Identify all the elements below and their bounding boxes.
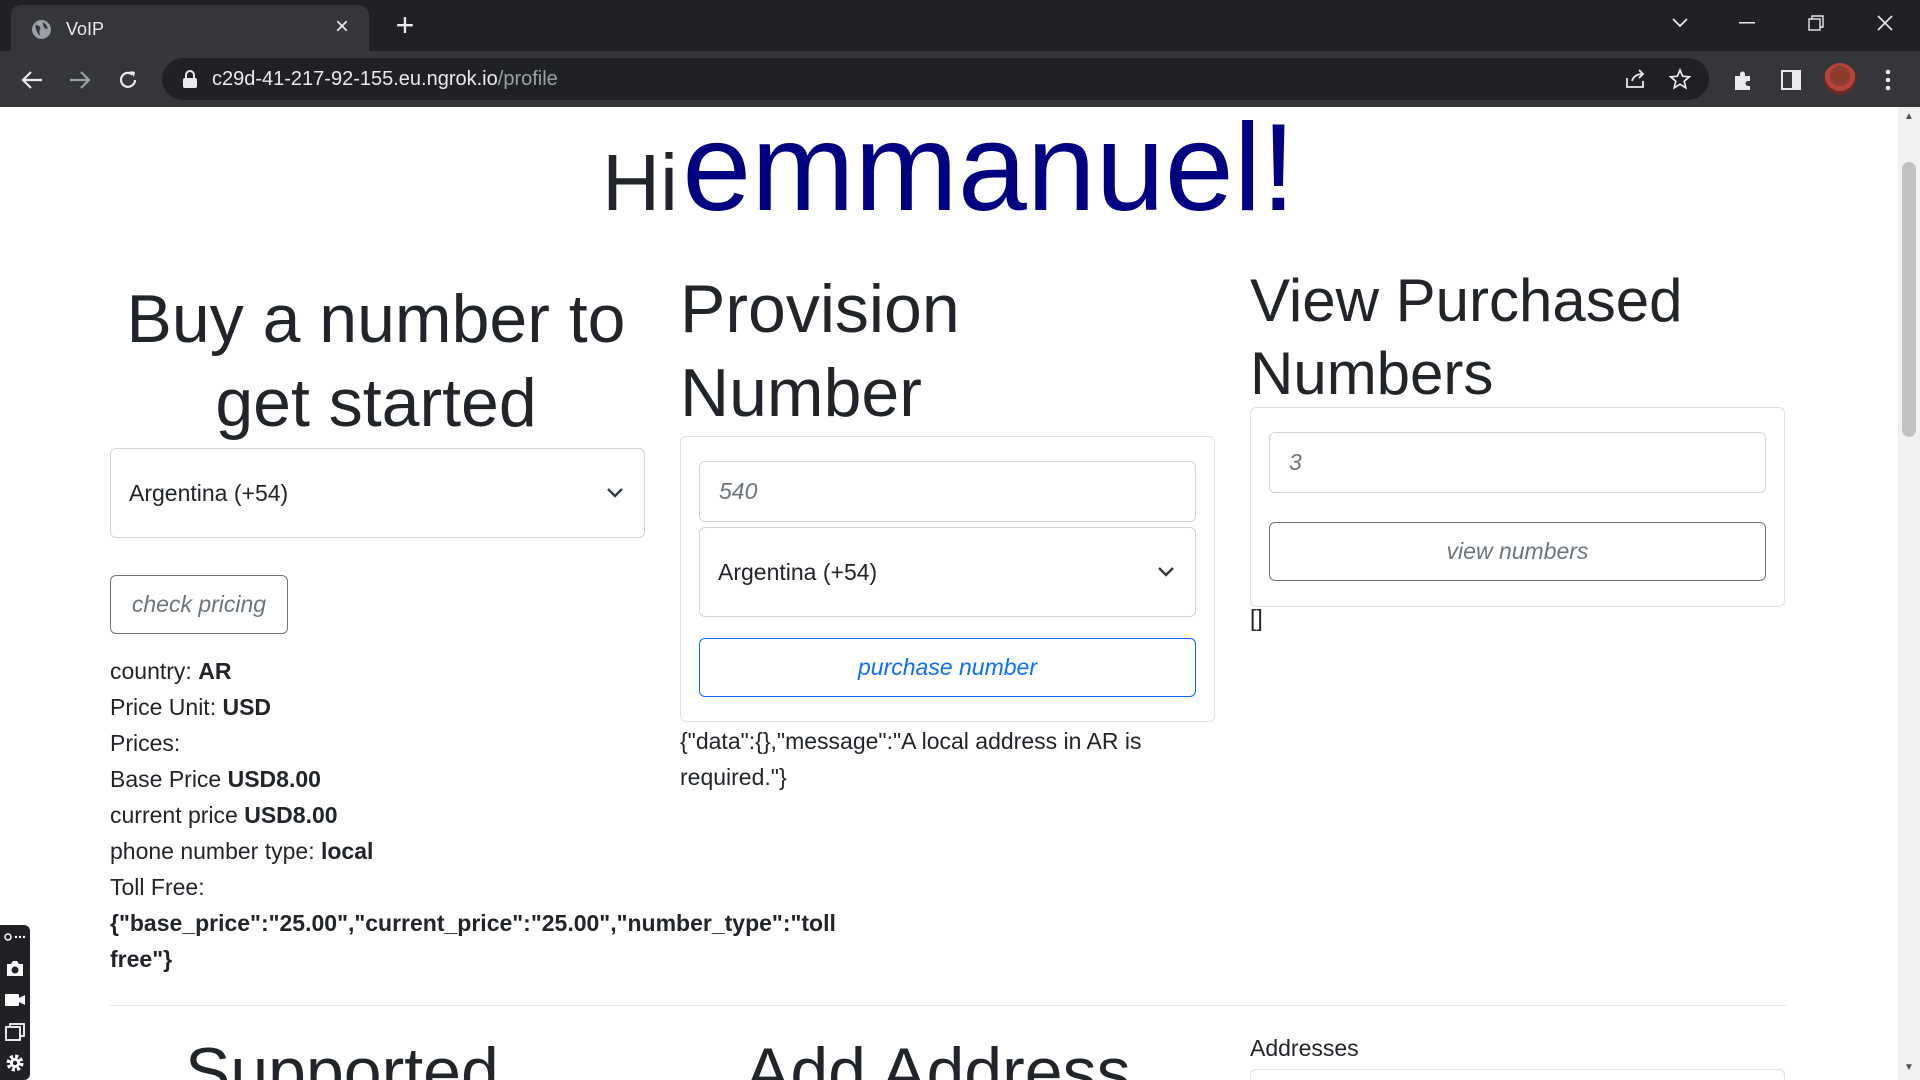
greeting-heading: Hi emmanuel!: [0, 107, 1898, 239]
toll-free-value: {"base_price":"25.00","current_price":"2…: [110, 910, 836, 972]
addresses-card: [1250, 1069, 1785, 1080]
page-scrollbar[interactable]: ▲ ▼: [1898, 107, 1920, 1080]
close-icon[interactable]: ×: [331, 15, 353, 39]
extensions-icon[interactable]: [1727, 64, 1759, 96]
buy-country-select[interactable]: Argentina (+54): [110, 448, 645, 538]
new-tab-icon[interactable]: +: [390, 9, 420, 41]
lock-icon: [183, 70, 197, 88]
purchase-number-button[interactable]: purchase number: [699, 638, 1196, 697]
settings-gear-icon[interactable]: [4, 1052, 26, 1074]
count-input[interactable]: 3: [1269, 432, 1766, 493]
provision-country-value: Argentina (+54): [718, 558, 878, 585]
back-icon[interactable]: [16, 64, 48, 96]
profile-avatar[interactable]: [1824, 63, 1856, 95]
scroll-down-icon[interactable]: ▼: [1903, 1062, 1915, 1074]
provision-response: {"data":{},"message":"A local address in…: [680, 728, 1142, 790]
area-code-input[interactable]: 540: [699, 461, 1196, 522]
greeting-prefix: Hi: [602, 138, 678, 227]
scroll-thumb[interactable]: [1902, 162, 1916, 437]
current-price-line: current price USD8.00: [110, 802, 338, 828]
toll-free-line: Toll Free:: [110, 874, 205, 900]
provision-country-select[interactable]: Argentina (+54): [699, 527, 1196, 617]
page-content: Hi emmanuel! Buy a number to get started…: [0, 107, 1898, 1080]
chevron-down-icon: [1158, 567, 1174, 577]
video-camera-icon[interactable]: [4, 989, 26, 1011]
reload-icon[interactable]: [112, 64, 144, 96]
menu-kebab-icon[interactable]: [1872, 64, 1904, 96]
minimize-icon[interactable]: [1727, 8, 1767, 38]
tab-search-icon[interactable]: [1660, 8, 1700, 38]
browser-toolbar: c29d-41-217-92-155.eu.ngrok.io/profile: [0, 51, 1920, 107]
browser-tab[interactable]: VoIP ×: [11, 5, 369, 51]
windows-icon[interactable]: [4, 1021, 26, 1043]
side-panel-icon[interactable]: [1775, 64, 1807, 96]
provision-number-heading: Provision Number: [680, 271, 960, 431]
globe-icon: [32, 20, 51, 39]
link-icon[interactable]: [4, 929, 26, 945]
view-numbers-button[interactable]: view numbers: [1269, 522, 1766, 581]
buy-country-value: Argentina (+54): [129, 479, 289, 506]
camera-icon[interactable]: [4, 957, 26, 979]
number-type-line: phone number type: local: [110, 838, 374, 864]
check-pricing-button[interactable]: check pricing: [110, 575, 288, 634]
addresses-label: Addresses: [1250, 1035, 1359, 1061]
scroll-up-icon[interactable]: ▲: [1903, 111, 1915, 123]
user-name: emmanuel!: [682, 107, 1296, 237]
window-close-icon[interactable]: [1865, 8, 1905, 38]
restore-icon[interactable]: [1796, 8, 1836, 38]
address-bar[interactable]: c29d-41-217-92-155.eu.ngrok.io/profile: [162, 58, 1709, 100]
chevron-down-icon: [607, 488, 623, 498]
share-icon[interactable]: [1623, 66, 1649, 92]
purchased-numbers-result: []: [1250, 605, 1263, 631]
browser-tab-bar: VoIP × +: [0, 0, 1920, 51]
tab-title: VoIP: [66, 19, 105, 39]
url-text: c29d-41-217-92-155.eu.ngrok.io/profile: [212, 68, 558, 90]
extension-toolbar: [0, 925, 30, 1080]
section-divider: [110, 1005, 1786, 1006]
buy-number-heading: Buy a number to get started: [126, 281, 626, 441]
supported-heading: Supported: [185, 1034, 499, 1080]
view-purchased-heading: View Purchased Numbers: [1250, 267, 1683, 407]
add-address-heading: Add Address: [745, 1034, 1131, 1080]
forward-icon[interactable]: [64, 64, 96, 96]
bookmark-star-icon[interactable]: [1667, 66, 1693, 92]
